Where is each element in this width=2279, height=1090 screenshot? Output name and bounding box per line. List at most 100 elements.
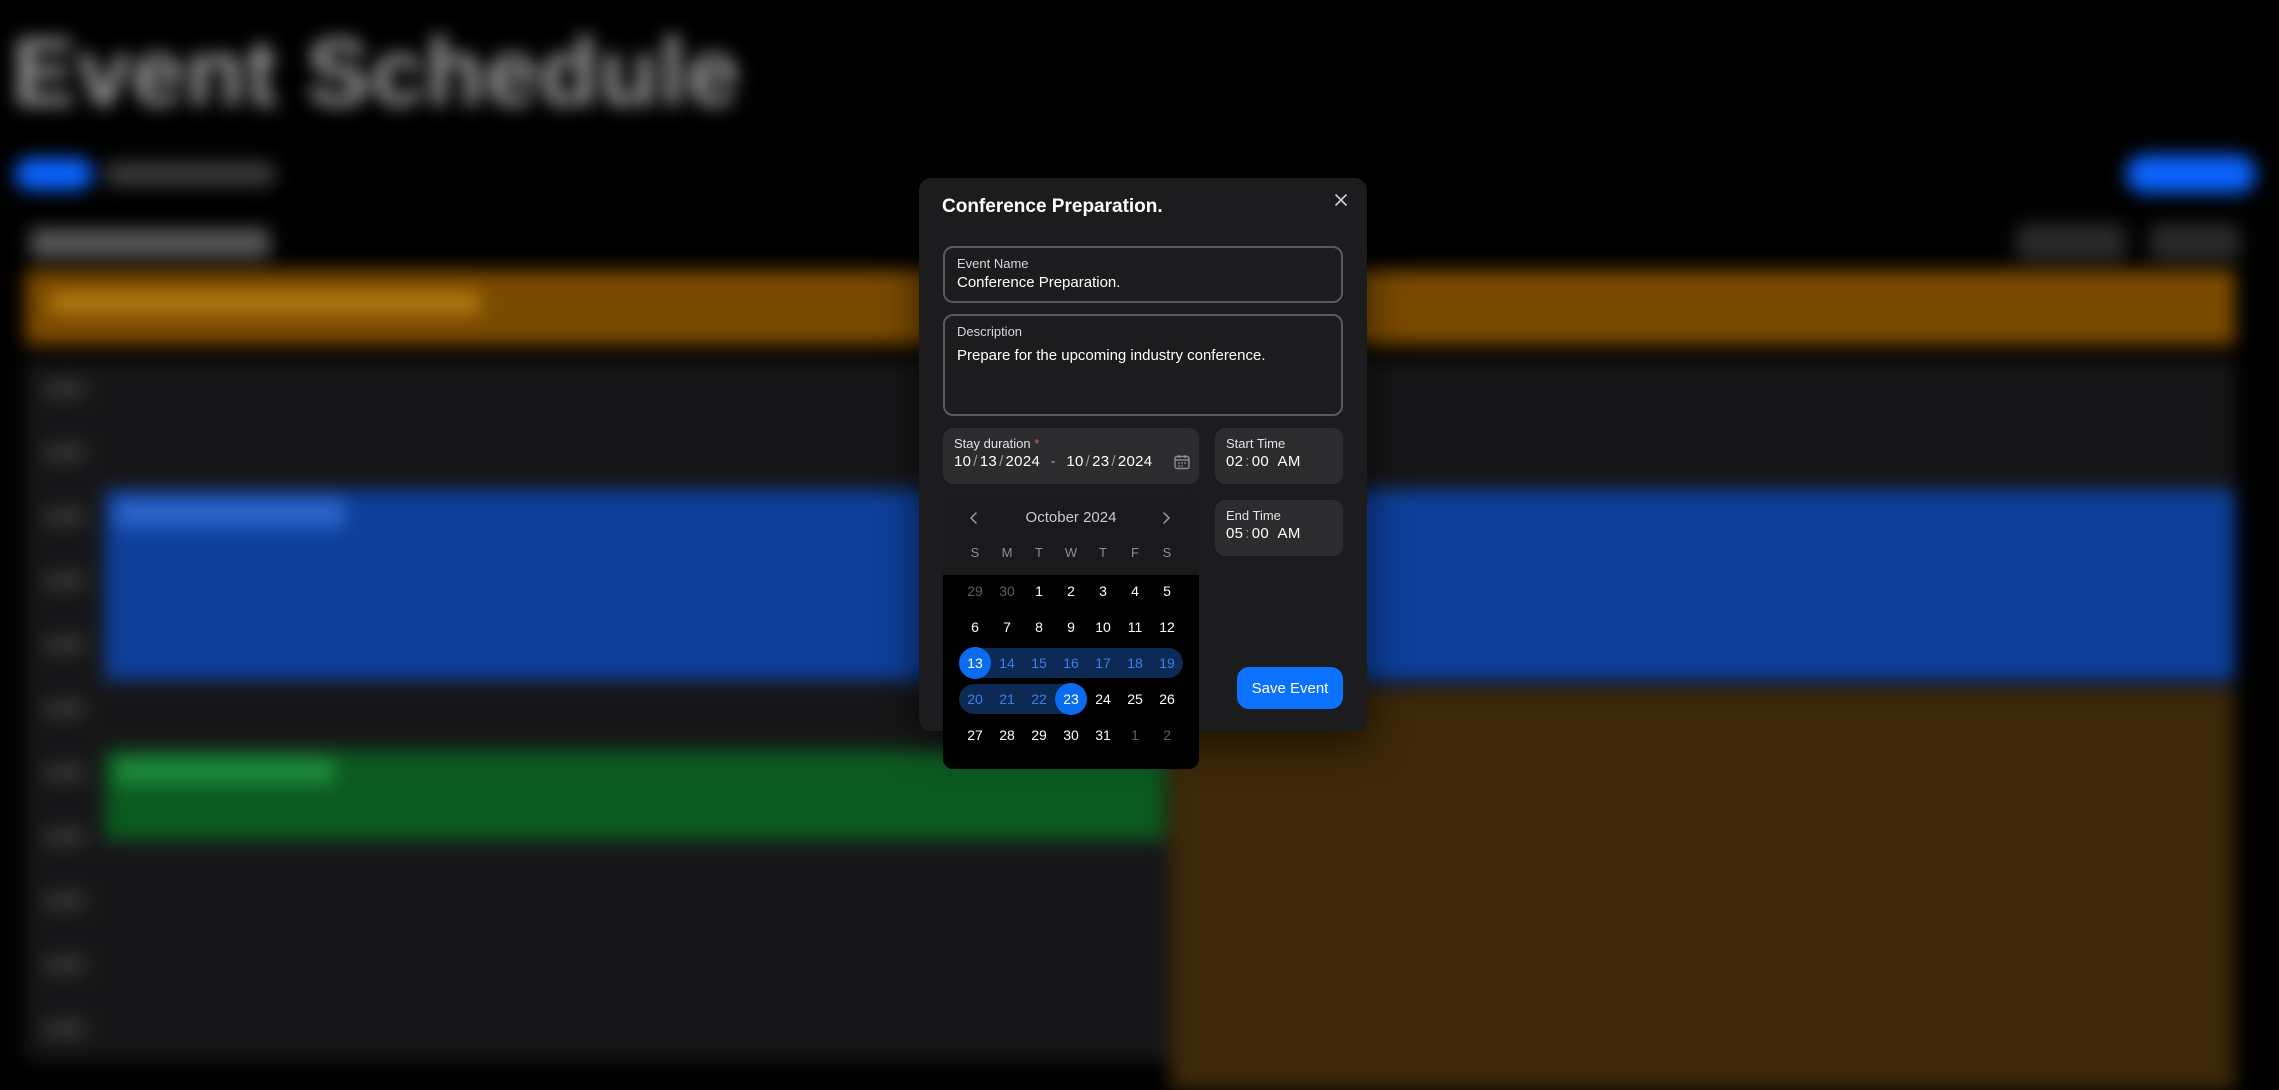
stay-duration-label-text: Stay duration [954, 436, 1031, 451]
modal-title: Conference Preparation. [942, 196, 1163, 217]
hour-label [45, 702, 85, 716]
calendar-day[interactable]: 1 [1023, 575, 1055, 607]
hour-label [45, 894, 85, 908]
calendar-day[interactable]: 15 [1023, 647, 1055, 679]
end-year-segment[interactable]: 2024 [1118, 453, 1153, 470]
calendar-day[interactable]: 21 [991, 683, 1023, 715]
calendar-day-selected[interactable]: 13 [959, 647, 991, 679]
calendar-day[interactable]: 24 [1087, 683, 1119, 715]
calendar-day[interactable]: 11 [1119, 611, 1151, 643]
add-event-button [2126, 155, 2256, 193]
end-period-segment[interactable]: AM [1278, 525, 1301, 542]
calendar-day[interactable]: 30 [1055, 719, 1087, 751]
calendar-day[interactable]: 8 [1023, 611, 1055, 643]
calendar-day[interactable]: 1 [1119, 719, 1151, 751]
date-separator: / [1111, 453, 1116, 470]
end-month-segment[interactable]: 10 [1066, 453, 1083, 470]
calendar-day[interactable]: 9 [1055, 611, 1087, 643]
calendar-day[interactable]: 10 [1087, 611, 1119, 643]
weekday-header: W [1064, 545, 1078, 560]
hour-label [45, 510, 85, 524]
hour-label [45, 958, 85, 972]
calendar-day[interactable]: 14 [991, 647, 1023, 679]
start-hour-segment[interactable]: 02 [1226, 453, 1243, 470]
calendar-day[interactable]: 28 [991, 719, 1023, 751]
hour-label [45, 766, 85, 780]
description-label: Description [957, 324, 1023, 339]
start-time-value: 02:00 AM [1226, 453, 1301, 470]
start-time-label: Start Time [1226, 436, 1286, 451]
calendar-day[interactable]: 3 [1087, 575, 1119, 607]
calendar-day[interactable]: 18 [1119, 647, 1151, 679]
end-day-segment[interactable]: 23 [1092, 453, 1109, 470]
calendar-day-selected[interactable]: 23 [1055, 683, 1087, 715]
description-field[interactable]: Description Prepare for the upcoming ind… [943, 314, 1343, 416]
calendar-day[interactable]: 22 [1023, 683, 1055, 715]
calendar-day[interactable]: 12 [1151, 611, 1183, 643]
hour-label [45, 446, 85, 460]
weekday-header: S [970, 545, 980, 560]
view-toggle-day [2150, 224, 2240, 260]
navigation-controls [105, 162, 275, 186]
calendar-day[interactable]: 7 [991, 611, 1023, 643]
hour-label [45, 830, 85, 844]
save-event-button[interactable]: Save Event [1237, 667, 1343, 709]
event-block-green-label [115, 758, 335, 784]
start-day-segment[interactable]: 13 [980, 453, 997, 470]
description-input[interactable]: Prepare for the upcoming industry confer… [957, 347, 1266, 364]
calendar-day[interactable]: 29 [959, 575, 991, 607]
today-button [15, 158, 93, 190]
all-day-event-label [50, 292, 480, 314]
end-time-label: End Time [1226, 508, 1281, 523]
start-minute-segment[interactable]: 00 [1252, 453, 1269, 470]
start-year-segment[interactable]: 2024 [1006, 453, 1041, 470]
calendar-day[interactable]: 20 [959, 683, 991, 715]
weekday-header: T [1099, 545, 1107, 560]
calendar-day[interactable]: 4 [1119, 575, 1151, 607]
end-hour-segment[interactable]: 05 [1226, 525, 1243, 542]
calendar-day[interactable]: 31 [1087, 719, 1119, 751]
calendar-day[interactable]: 30 [991, 575, 1023, 607]
calendar-day[interactable]: 6 [959, 611, 991, 643]
calendar-day[interactable]: 5 [1151, 575, 1183, 607]
stay-duration-field[interactable]: Stay duration * 10/13/2024 - 10/23/2024 [943, 428, 1199, 484]
close-button[interactable] [1329, 188, 1353, 212]
weekday-header: S [1162, 545, 1172, 560]
start-time-field[interactable]: Start Time 02:00 AM [1215, 428, 1343, 484]
hour-label [45, 574, 85, 588]
date-separator: / [973, 453, 978, 470]
weekday-header: F [1131, 545, 1139, 560]
calendar-day[interactable]: 2 [1151, 719, 1183, 751]
calendar-day[interactable]: 27 [959, 719, 991, 751]
stay-duration-value: 10/13/2024 - 10/23/2024 [954, 453, 1152, 470]
view-toggle-week [2016, 224, 2126, 260]
next-month-button[interactable] [1155, 507, 1177, 529]
date-range-label [30, 228, 270, 258]
required-mark: * [1034, 436, 1040, 451]
event-name-field[interactable]: Event Name Conference Preparation. [943, 246, 1343, 303]
chevron-right-icon [1163, 512, 1170, 524]
hour-label [45, 1022, 85, 1036]
time-separator: : [1245, 453, 1250, 470]
calendar-day[interactable]: 17 [1087, 647, 1119, 679]
time-separator: : [1245, 525, 1250, 542]
calendar-day[interactable]: 26 [1151, 683, 1183, 715]
end-time-value: 05:00 AM [1226, 525, 1301, 542]
calendar-day[interactable]: 19 [1151, 647, 1183, 679]
event-name-input[interactable]: Conference Preparation. [957, 274, 1120, 291]
page-title: Event Schedule [12, 19, 741, 126]
weekday-header: M [1001, 545, 1013, 560]
calendar-day[interactable]: 16 [1055, 647, 1087, 679]
calendar-day[interactable]: 29 [1023, 719, 1055, 751]
start-period-segment[interactable]: AM [1278, 453, 1301, 470]
calendar-day[interactable]: 2 [1055, 575, 1087, 607]
calendar-icon[interactable] [1173, 453, 1191, 471]
end-time-field[interactable]: End Time 05:00 AM [1215, 500, 1343, 556]
stay-duration-label: Stay duration * [954, 436, 1039, 451]
hour-label [45, 638, 85, 652]
weekday-header: T [1035, 545, 1043, 560]
close-icon [1335, 194, 1347, 206]
end-minute-segment[interactable]: 00 [1252, 525, 1269, 542]
start-month-segment[interactable]: 10 [954, 453, 971, 470]
calendar-day[interactable]: 25 [1119, 683, 1151, 715]
